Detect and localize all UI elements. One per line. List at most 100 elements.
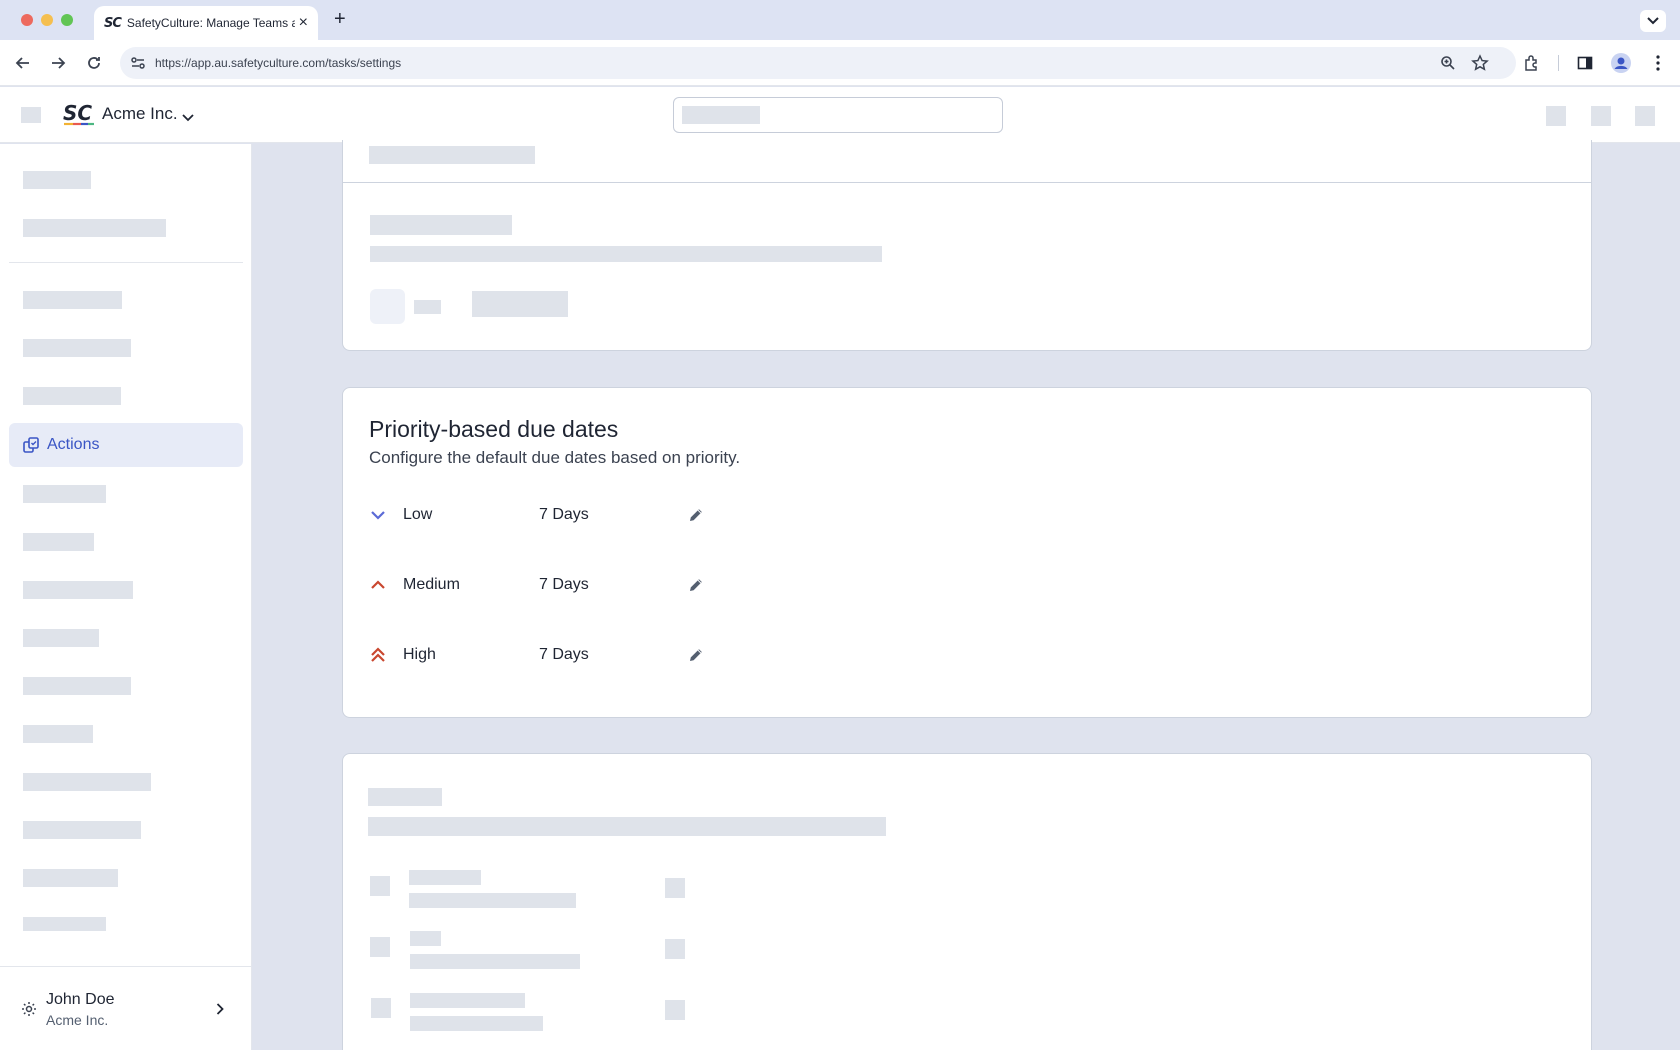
back-button[interactable] (12, 52, 34, 74)
svg-text:SC: SC (63, 101, 92, 125)
chevron-down-icon (369, 506, 387, 524)
sidebar-item-skeleton[interactable] (23, 869, 118, 887)
side-panel-button[interactable] (1574, 52, 1596, 74)
edit-pencil-icon[interactable] (685, 504, 707, 526)
user-menu[interactable]: John Doe Acme Inc. (0, 966, 251, 1050)
chevron-up-icon (369, 576, 387, 594)
bookmark-star-icon[interactable] (1470, 53, 1490, 73)
profile-button[interactable] (1610, 52, 1632, 74)
sidebar-divider (9, 262, 243, 263)
sidebar-item-skeleton[interactable] (23, 339, 131, 357)
priority-days: 7 Days (539, 506, 589, 523)
profile-avatar-icon (1611, 53, 1631, 73)
row-action-skeleton[interactable] (665, 1000, 685, 1020)
browser-menu-button[interactable] (1647, 52, 1669, 74)
label-skeleton (414, 300, 441, 314)
browser-tab[interactable]: SC SafetyCulture: Manage Teams and... × (94, 6, 318, 40)
header-icon-placeholder-1[interactable] (1546, 106, 1566, 126)
menu-toggle-placeholder[interactable] (21, 107, 41, 123)
section-title-skeleton (368, 788, 442, 806)
row-action-skeleton[interactable] (665, 878, 685, 898)
reload-button[interactable] (83, 52, 105, 74)
settings-card-skeleton (342, 140, 1592, 351)
section-desc-skeleton (370, 246, 882, 262)
header-icon-placeholder-3[interactable] (1635, 106, 1655, 126)
reload-icon (88, 57, 100, 69)
org-name[interactable]: Acme Inc. (102, 104, 178, 124)
row-icon-skeleton (370, 876, 390, 896)
site-settings-icon[interactable] (130, 55, 146, 76)
priority-due-dates-card: Priority-based due dates Configure the d… (342, 387, 1592, 718)
tab-search-button[interactable] (1640, 10, 1666, 32)
new-tab-button[interactable]: + (334, 8, 346, 31)
priority-days: 7 Days (539, 646, 589, 663)
priority-label: High (403, 646, 436, 663)
double-chevron-up-icon (369, 646, 387, 664)
search-input[interactable] (673, 97, 1003, 133)
row-label-skeleton (409, 870, 481, 885)
sidebar-item-skeleton[interactable] (23, 773, 151, 791)
priority-row-medium: Medium 7 Days (369, 572, 969, 600)
card-subtitle: Configure the default due dates based on… (369, 448, 741, 467)
card-title: Priority-based due dates (369, 416, 619, 442)
user-name: John Doe (46, 991, 115, 1008)
row-label-skeleton (410, 931, 441, 946)
row-action-skeleton[interactable] (665, 939, 685, 959)
settings-card-skeleton (342, 753, 1592, 1050)
sidebar-item-skeleton[interactable] (23, 485, 106, 503)
header-icon-placeholder-2[interactable] (1591, 106, 1611, 126)
row-value-skeleton (410, 954, 580, 969)
button-skeleton[interactable] (472, 291, 568, 317)
more-vertical-icon (1656, 55, 1660, 71)
tab-close-icon[interactable]: × (299, 14, 308, 32)
card-divider (343, 182, 1591, 183)
priority-days: 7 Days (539, 576, 589, 593)
side-panel-icon (1577, 56, 1593, 70)
browser-toolbar: https://app.au.safetyculture.com/tasks/s… (0, 40, 1680, 86)
sidebar-item-skeleton[interactable] (23, 533, 94, 551)
search-placeholder-skeleton (682, 106, 760, 124)
zoom-icon[interactable] (1438, 53, 1458, 73)
toggle-skeleton[interactable] (370, 289, 405, 324)
user-org: Acme Inc. (46, 1012, 109, 1028)
row-icon-skeleton (371, 998, 391, 1018)
row-label-skeleton (410, 993, 525, 1008)
priority-label: Medium (403, 576, 460, 593)
actions-icon (23, 437, 39, 453)
sidebar-skeleton (23, 171, 91, 189)
sidebar-item-skeleton[interactable] (23, 821, 141, 839)
address-bar[interactable]: https://app.au.safetyculture.com/tasks/s… (120, 47, 1516, 79)
safetyculture-logo-icon[interactable]: SC (62, 100, 96, 128)
gear-icon (21, 1001, 37, 1022)
edit-pencil-icon[interactable] (685, 574, 707, 596)
window-minimize-button[interactable] (41, 14, 53, 26)
window-close-button[interactable] (21, 14, 33, 26)
sidebar-item-skeleton[interactable] (23, 677, 131, 695)
priority-row-high: High 7 Days (369, 642, 969, 670)
url-text: https://app.au.safetyculture.com/tasks/s… (155, 56, 402, 70)
browser-tab-bar: SC SafetyCulture: Manage Teams and... × … (0, 0, 1680, 40)
sidebar-skeleton (23, 219, 166, 237)
chevron-down-icon[interactable] (182, 109, 194, 127)
section-title-skeleton (370, 215, 512, 235)
card-heading-skeleton (369, 146, 535, 164)
forward-button[interactable] (47, 52, 69, 74)
section-desc-skeleton (368, 817, 886, 836)
sidebar-item-skeleton[interactable] (23, 581, 133, 599)
chevron-right-icon (216, 1002, 224, 1020)
window-maximize-button[interactable] (61, 14, 73, 26)
sidebar-item-skeleton[interactable] (23, 387, 121, 405)
sidebar-item-skeleton[interactable] (23, 291, 122, 309)
sidebar: Actions John Doe Acme Inc. (0, 144, 252, 1050)
sidebar-item-label: Actions (47, 436, 100, 453)
chevron-down-icon (1647, 17, 1659, 25)
sidebar-item-actions[interactable]: Actions (9, 423, 243, 467)
extensions-button[interactable] (1521, 52, 1543, 74)
edit-pencil-icon[interactable] (685, 644, 707, 666)
app-header: SC Acme Inc. (0, 87, 1680, 143)
sidebar-item-skeleton[interactable] (23, 629, 99, 647)
sidebar-item-skeleton[interactable] (23, 725, 93, 743)
row-value-skeleton (410, 1016, 543, 1031)
sidebar-item-skeleton[interactable] (23, 917, 106, 931)
row-icon-skeleton (370, 937, 390, 957)
